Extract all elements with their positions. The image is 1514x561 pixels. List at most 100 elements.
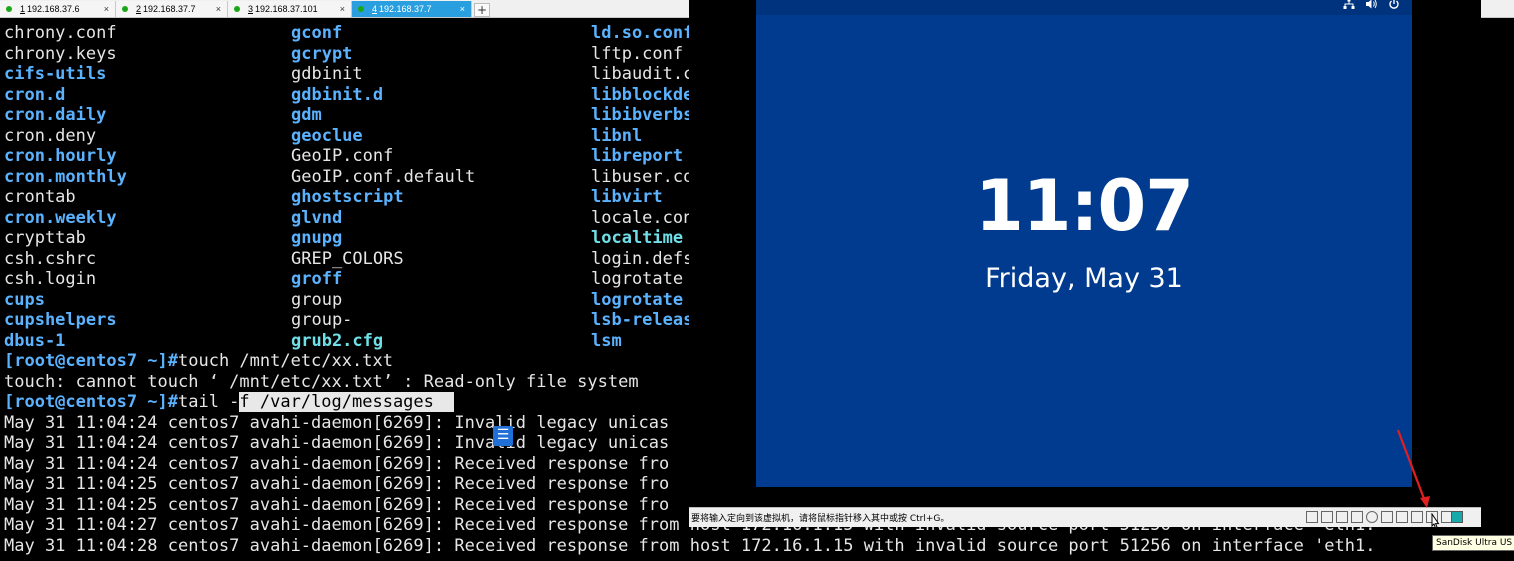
file-entry: cron.d	[4, 84, 66, 105]
file-entry: crypttab	[4, 228, 86, 248]
listing-column-1: chrony.conf chrony.keys cifs-utils cron.d cr…	[4, 23, 127, 351]
file-entry: libreport	[591, 146, 684, 166]
vm-input-hint: 要将输入定向到该虚拟机，请将鼠标指针移入其中或按 Ctrl+G。	[691, 514, 950, 524]
tab-number: 4	[372, 4, 378, 14]
file-entry: gnupg	[291, 228, 343, 248]
file-entry: libnl	[591, 125, 643, 146]
connection-status-icon	[358, 6, 364, 12]
file-entry: crontab	[4, 187, 76, 207]
file-entry: grub2.cfg	[291, 330, 384, 351]
tab-number: 3	[248, 4, 254, 14]
file-entry: lsm	[591, 330, 622, 351]
selected-text[interactable]: f /var/log/messages	[239, 392, 455, 412]
file-entry: cron.daily	[4, 105, 107, 125]
tab-label: 192.168.37.101	[255, 4, 318, 14]
file-entry: logrotate	[591, 289, 684, 310]
network-adapter-icon[interactable]	[1381, 511, 1393, 523]
shell-prompt: [root@centos7 ~]#	[4, 351, 178, 371]
file-entry: gdbinit.d	[291, 84, 384, 105]
ime-toolbar-icon[interactable]: ☰	[493, 426, 513, 446]
file-entry: cifs-utils	[4, 64, 107, 84]
file-entry: gdbinit	[291, 64, 363, 84]
tab-label: 192.168.37.7	[379, 4, 432, 14]
file-entry: lftp.conf	[591, 43, 684, 64]
error-message: touch: cannot touch ‘ /mnt/etc/xx.txt’ :…	[4, 371, 639, 392]
file-entry: gdm	[291, 105, 322, 125]
lock-screen-date: Friday, May 31	[985, 263, 1183, 294]
close-icon[interactable]: ×	[104, 4, 109, 14]
shell-prompt: [root@centos7 ~]#	[4, 392, 178, 412]
annotation-arrow	[1396, 429, 1430, 508]
file-entry: lsb-releas	[591, 310, 694, 330]
file-entry: cron.weekly	[4, 207, 117, 228]
file-entry: gconf	[291, 23, 343, 43]
log-line: May 31 11:04:28 centos7 avahi-daemon[626…	[4, 535, 1376, 556]
file-entry: login.defs	[591, 248, 694, 269]
network-icon	[1343, 0, 1355, 13]
file-entry: group	[291, 289, 343, 310]
file-entry: cron.hourly	[4, 146, 117, 166]
tab-label: 192.168.37.6	[27, 4, 80, 14]
file-entry: cups	[4, 289, 45, 310]
file-entry: libblockde	[591, 84, 694, 105]
file-entry: cupshelpers	[4, 310, 117, 330]
command-line-tail: [root@centos7 ~]#tail -f /var/log/messag…	[4, 392, 455, 413]
command-line-touch: [root@centos7 ~]#touch /mnt/etc/xx.txt	[4, 351, 393, 372]
hard-disk-icon[interactable]	[1351, 511, 1363, 523]
mouse-cursor-icon	[1431, 513, 1440, 529]
file-entry: GREP_COLORS	[291, 248, 404, 269]
volume-icon	[1365, 0, 1378, 13]
file-entry: ghostscript	[291, 187, 404, 207]
file-entry: csh.cshrc	[4, 248, 97, 269]
log-line: May 31 11:04:25 centos7 avahi-daemon[626…	[4, 494, 670, 515]
usb-device-tooltip: SanDisk Ultra US	[1432, 535, 1514, 551]
vm-lock-screen[interactable]: 11:07 Friday, May 31	[756, 0, 1412, 487]
lock-screen-topbar	[756, 0, 1412, 15]
new-tab-button[interactable]: +	[474, 3, 490, 17]
file-entry: libvirt	[591, 187, 663, 207]
file-entry: dbus-1	[4, 330, 66, 351]
vm-status-bar: 要将输入定向到该虚拟机，请将鼠标指针移入其中或按 Ctrl+G。	[689, 507, 1481, 527]
power-icon	[1388, 0, 1400, 13]
file-entry: csh.login	[4, 269, 97, 289]
file-entry: cron.deny	[4, 125, 97, 146]
network-adapter-icon[interactable]	[1396, 511, 1408, 523]
close-icon[interactable]: ×	[460, 4, 465, 14]
file-entry: libaudit.c	[591, 64, 694, 84]
file-entry: geoclue	[291, 125, 363, 146]
command-text: touch /mnt/etc/xx.txt	[178, 351, 393, 371]
file-entry: cron.monthly	[4, 166, 127, 187]
connection-status-icon	[122, 6, 128, 12]
file-entry: ld.so.conf	[591, 23, 694, 43]
tab-number: 2	[136, 4, 142, 14]
log-line: May 31 11:04:24 centos7 avahi-daemon[626…	[4, 453, 670, 474]
command-text: tail -	[178, 392, 240, 412]
log-line: May 31 11:04:25 centos7 avahi-daemon[626…	[4, 474, 670, 494]
file-entry: group-	[291, 310, 353, 330]
printer-icon[interactable]	[1411, 511, 1423, 523]
session-tab[interactable]: 1 192.168.37.6 ×	[0, 1, 116, 17]
listing-column-3: ld.so.conf lftp.conf libaudit.c libblockde l…	[591, 23, 693, 351]
file-entry: chrony.keys	[4, 43, 117, 64]
connection-status-icon	[234, 6, 240, 12]
file-entry: GeoIP.conf.default	[291, 166, 476, 187]
connection-status-icon	[6, 6, 12, 12]
file-entry: gcrypt	[291, 43, 353, 64]
file-entry: libibverbs	[591, 105, 694, 125]
hard-disk-icon[interactable]	[1321, 511, 1333, 523]
session-tab[interactable]: 4 192.168.37.7 ×	[352, 1, 472, 17]
file-entry: groff	[291, 269, 343, 289]
close-icon[interactable]: ×	[340, 4, 345, 14]
session-tab[interactable]: 2 192.168.37.7 ×	[116, 1, 228, 17]
session-tab[interactable]: 3 192.168.37.101 ×	[228, 1, 352, 17]
tab-label: 192.168.37.7	[143, 4, 196, 14]
cd-drive-icon[interactable]	[1366, 511, 1378, 523]
message-icon[interactable]	[1451, 511, 1463, 523]
listing-column-2: gconf gcrypt gdbinit gdbinit.d gdm geoclue Geo…	[291, 23, 475, 351]
close-icon[interactable]: ×	[216, 4, 221, 14]
file-entry: glvnd	[291, 207, 343, 228]
hard-disk-icon[interactable]	[1306, 511, 1318, 523]
hard-disk-icon[interactable]	[1336, 511, 1348, 523]
vm-console-window[interactable]: 11:07 Friday, May 31 要将输入定向到该虚拟机，请将鼠标指针移…	[689, 0, 1481, 527]
log-line: May 31 11:04:24 centos7 avahi-daemon[626…	[4, 412, 670, 433]
